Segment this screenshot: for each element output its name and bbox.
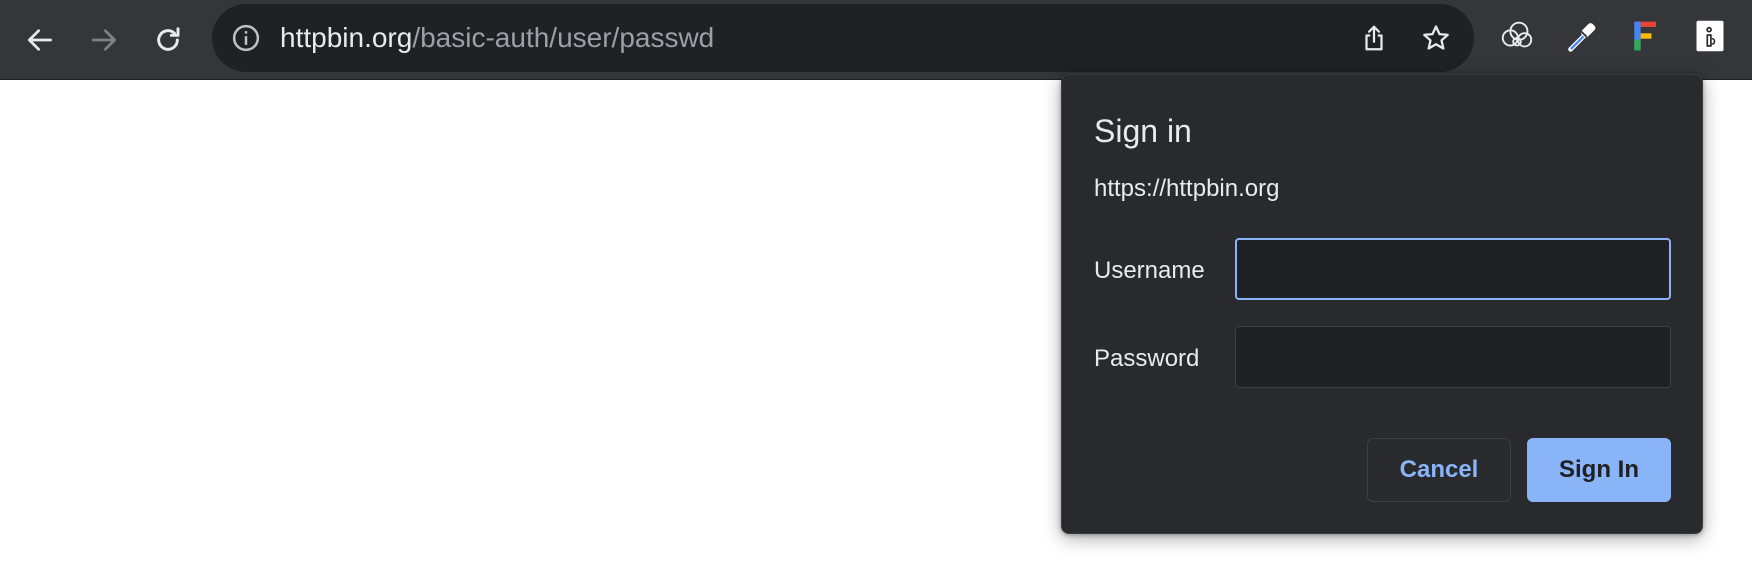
colored-f-extension-icon[interactable]	[1626, 16, 1666, 56]
url-path: /basic-auth/user/passwd	[412, 22, 715, 53]
dialog-title: Sign in	[1094, 113, 1192, 149]
cancel-button[interactable]: Cancel	[1367, 438, 1511, 502]
basic-auth-dialog: Sign in https://httpbin.org Username Pas…	[1061, 74, 1703, 534]
browser-toolbar: httpbin.org/basic-auth/user/passwd	[0, 0, 1752, 80]
info-icon[interactable]	[230, 22, 262, 54]
url-host: httpbin.org	[280, 22, 413, 53]
address-bar[interactable]: httpbin.org/basic-auth/user/passwd	[212, 4, 1474, 72]
forward-button[interactable]	[78, 14, 130, 66]
info-box-extension-icon[interactable]	[1690, 16, 1730, 56]
back-button[interactable]	[14, 14, 66, 66]
cloud-extension-icon[interactable]	[1497, 16, 1537, 56]
arrow-right-icon	[92, 29, 116, 51]
dialog-origin: https://httpbin.org	[1094, 175, 1280, 202]
password-label: Password	[1094, 345, 1200, 372]
url-text[interactable]: httpbin.org/basic-auth/user/passwd	[280, 22, 714, 54]
password-field[interactable]	[1235, 326, 1671, 388]
reload-button[interactable]	[142, 14, 194, 66]
eyedropper-extension-icon[interactable]	[1562, 16, 1602, 56]
username-label: Username	[1094, 257, 1205, 284]
reload-icon	[157, 27, 180, 51]
share-icon[interactable]	[1356, 20, 1392, 56]
sign-in-button[interactable]: Sign In	[1527, 438, 1671, 502]
username-field[interactable]	[1235, 238, 1671, 300]
star-icon[interactable]	[1418, 20, 1454, 56]
arrow-left-icon	[28, 29, 52, 51]
